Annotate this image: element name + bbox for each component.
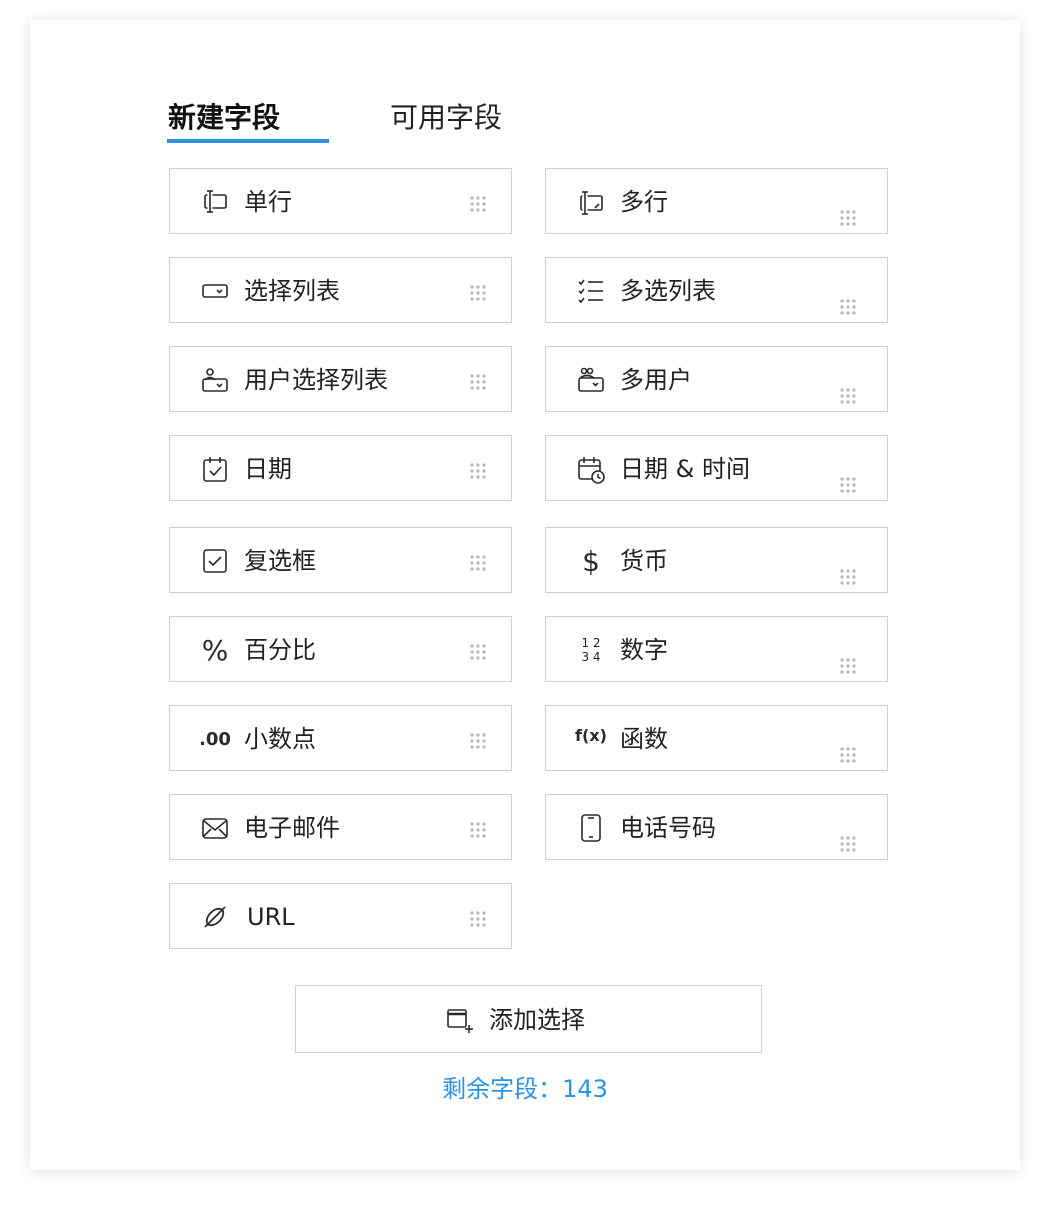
- phone-icon: [576, 813, 606, 843]
- field-label: 电子邮件: [244, 814, 340, 842]
- date-icon: [200, 454, 230, 484]
- link-icon: [200, 902, 230, 932]
- email-icon: [200, 813, 230, 843]
- field-decimal[interactable]: .00 小数点: [169, 705, 512, 771]
- field-label: 日期 & 时间: [620, 455, 750, 483]
- field-label: 百分比: [244, 636, 316, 664]
- field-number[interactable]: 1 2 3 4 数字: [545, 616, 888, 682]
- drag-handle-icon[interactable]: [469, 732, 487, 750]
- field-label: URL: [247, 903, 295, 931]
- multi-select-list-icon: [576, 276, 606, 306]
- drag-handle-icon[interactable]: [839, 209, 857, 227]
- field-multi-user[interactable]: 多用户: [545, 346, 888, 412]
- field-single-line[interactable]: 单行: [169, 168, 512, 234]
- drag-handle-icon[interactable]: [839, 657, 857, 675]
- tab-available-fields[interactable]: 可用字段: [390, 98, 502, 138]
- field-label: 数字: [620, 636, 668, 664]
- field-url[interactable]: URL: [169, 883, 512, 949]
- drag-handle-icon[interactable]: [469, 554, 487, 572]
- drag-handle-icon[interactable]: [469, 462, 487, 480]
- single-line-icon: [200, 187, 230, 217]
- field-percent[interactable]: % 百分比: [169, 616, 512, 682]
- user-picklist-icon: [200, 365, 230, 395]
- field-date-time[interactable]: 日期 & 时间: [545, 435, 888, 501]
- field-label: 小数点: [244, 725, 316, 753]
- multi-user-icon: [576, 365, 606, 395]
- multi-line-icon: [576, 187, 606, 217]
- drag-handle-icon[interactable]: [839, 298, 857, 316]
- drag-handle-icon[interactable]: [839, 387, 857, 405]
- add-window-icon: [446, 1006, 476, 1036]
- active-tab-indicator: [167, 139, 329, 143]
- field-function[interactable]: f(x) 函数: [545, 705, 888, 771]
- drag-handle-icon[interactable]: [839, 476, 857, 494]
- field-label: 选择列表: [244, 277, 340, 305]
- function-icon: f(x): [575, 725, 607, 745]
- drag-handle-icon[interactable]: [469, 284, 487, 302]
- field-label: 用户选择列表: [244, 366, 388, 394]
- field-checkbox[interactable]: 复选框: [169, 527, 512, 593]
- field-user-picklist[interactable]: 用户选择列表: [169, 346, 512, 412]
- field-label: 电话号码: [620, 814, 716, 842]
- drag-handle-icon[interactable]: [469, 821, 487, 839]
- field-multi-select-list[interactable]: 多选列表: [545, 257, 888, 323]
- percent-icon: %: [201, 633, 229, 667]
- field-label: 单行: [244, 188, 292, 216]
- picklist-icon: [200, 276, 230, 306]
- drag-handle-icon[interactable]: [469, 195, 487, 213]
- field-label: 日期: [244, 455, 292, 483]
- remaining-fields-count: 剩余字段：143: [442, 1075, 608, 1103]
- date-time-icon: [576, 454, 606, 484]
- drag-handle-icon[interactable]: [469, 910, 487, 928]
- field-date[interactable]: 日期: [169, 435, 512, 501]
- number-icon: 1 2 3 4: [581, 636, 601, 664]
- field-picklist[interactable]: 选择列表: [169, 257, 512, 323]
- drag-handle-icon[interactable]: [469, 643, 487, 661]
- drag-handle-icon[interactable]: [469, 373, 487, 391]
- field-label: 多行: [620, 188, 668, 216]
- field-email[interactable]: 电子邮件: [169, 794, 512, 860]
- decimal-icon: .00: [199, 728, 231, 750]
- add-picklist-button[interactable]: 添加选择: [295, 985, 762, 1053]
- field-label: 多用户: [620, 366, 692, 394]
- currency-icon: $: [582, 544, 600, 578]
- field-phone[interactable]: 电话号码: [545, 794, 888, 860]
- field-label: 多选列表: [620, 277, 716, 305]
- field-label: 复选框: [244, 547, 316, 575]
- drag-handle-icon[interactable]: [839, 835, 857, 853]
- tab-new-fields[interactable]: 新建字段: [168, 98, 280, 138]
- checkbox-icon: [200, 546, 230, 576]
- field-label: 货币: [620, 547, 668, 575]
- field-label: 函数: [620, 725, 668, 753]
- field-currency[interactable]: $ 货币: [545, 527, 888, 593]
- drag-handle-icon[interactable]: [839, 746, 857, 764]
- field-multi-line[interactable]: 多行: [545, 168, 888, 234]
- add-picklist-label: 添加选择: [489, 1006, 585, 1034]
- drag-handle-icon[interactable]: [839, 568, 857, 586]
